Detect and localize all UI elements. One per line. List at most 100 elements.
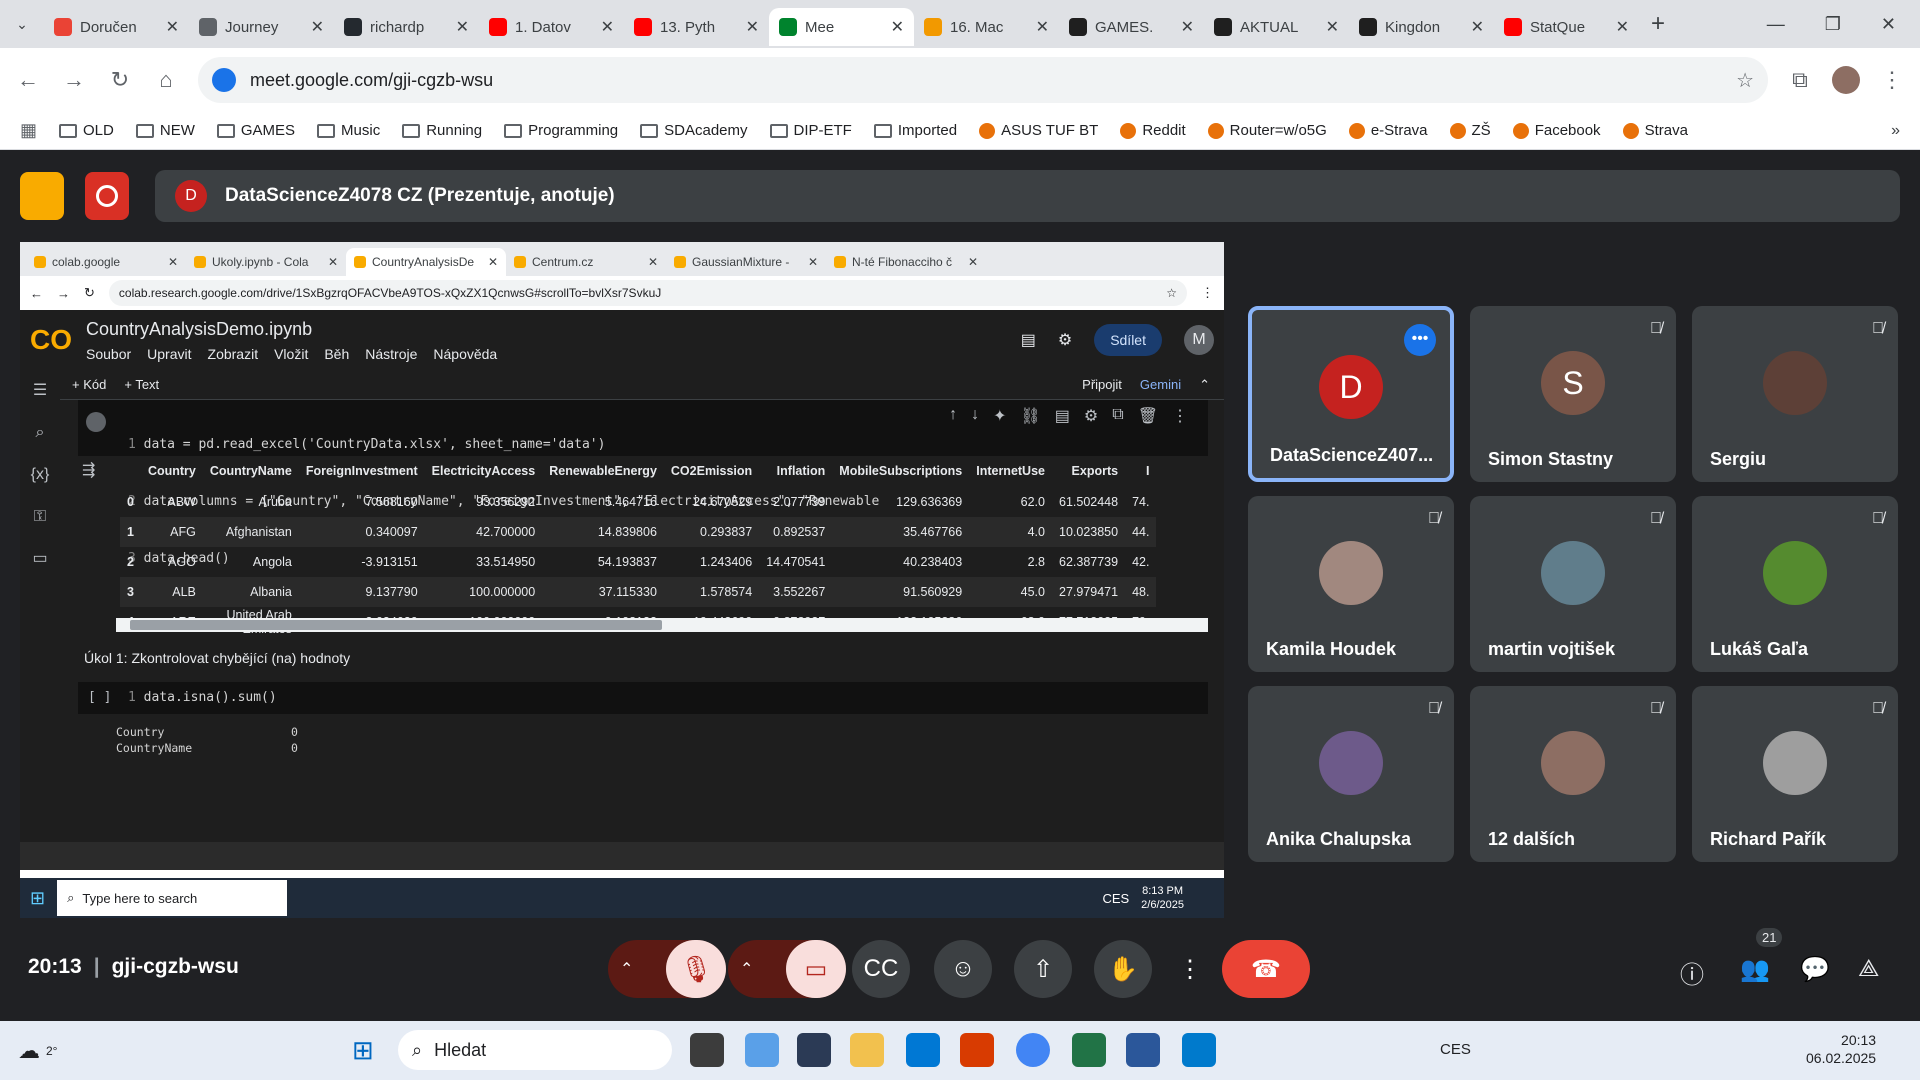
mic-options-icon[interactable]: ⌃ (620, 959, 633, 979)
present-screen-icon[interactable]: ⇧ (1014, 940, 1072, 998)
participant-tile[interactable]: Anika Chalupska 🎙̸ (1248, 686, 1454, 862)
bookmark-item[interactable]: GAMES (216, 122, 295, 139)
close-window-icon[interactable]: ✕ (1881, 14, 1896, 35)
bookmark-item[interactable]: ASUS TUF BT (979, 122, 1098, 139)
address-bar[interactable]: meet.google.com/gji-cgzb-wsu ☆ (198, 57, 1768, 103)
taskbar-lang[interactable]: CES (1440, 1041, 1471, 1058)
taskbar-clock[interactable]: 20:13 06.02.2025 (1806, 1031, 1876, 1067)
site-mic-icon[interactable] (212, 68, 236, 92)
bookmark-item[interactable]: Programming (504, 122, 618, 139)
close-tab-icon[interactable]: ✕ (746, 17, 759, 37)
close-tab-icon[interactable]: ✕ (891, 17, 904, 37)
bookmark-item[interactable]: Reddit (1120, 122, 1186, 139)
bookmark-item[interactable]: Music (317, 122, 380, 139)
presentation-controls-icon[interactable] (20, 172, 64, 220)
new-tab-button[interactable]: + (1651, 10, 1665, 38)
browser-tab[interactable]: richardp ✕ (334, 8, 479, 46)
close-tab-icon[interactable]: ✕ (456, 17, 469, 37)
bookmark-item[interactable]: Imported (873, 122, 957, 139)
tab-search-icon[interactable]: ⌄ (0, 16, 44, 33)
office-icon[interactable] (960, 1033, 994, 1067)
raise-hand-icon[interactable]: ✋ (1094, 940, 1152, 998)
browser-tab[interactable]: StatQue ✕ (1494, 8, 1639, 46)
vpn-icon[interactable] (797, 1033, 831, 1067)
chat-icon[interactable]: 💬 (1800, 955, 1830, 984)
store-icon[interactable] (906, 1033, 940, 1067)
browser-tab[interactable]: Mee ✕ (769, 8, 914, 46)
reload-icon[interactable]: ↻ (106, 67, 134, 93)
back-icon[interactable]: ← (14, 67, 42, 93)
home-icon[interactable]: ⌂ (152, 67, 180, 93)
participant-tile[interactable]: 12 dalších 🎙̸ (1470, 686, 1676, 862)
participant-tile[interactable]: D DataScienceZ407... ••• (1248, 306, 1454, 482)
extensions-icon[interactable]: ⧉ (1786, 67, 1814, 93)
forward-icon[interactable]: → (60, 67, 88, 93)
bookmark-item[interactable]: Running (402, 122, 482, 139)
browser-tab[interactable]: GAMES. ✕ (1059, 8, 1204, 46)
browser-tab[interactable]: Journey ✕ (189, 8, 334, 46)
close-tab-icon[interactable]: ✕ (601, 17, 614, 37)
restore-icon[interactable]: ❐ (1825, 14, 1841, 35)
minimize-icon[interactable]: — (1767, 14, 1785, 35)
bookmark-item[interactable]: NEW (135, 122, 195, 139)
close-tab-icon[interactable]: ✕ (1036, 17, 1049, 37)
more-options-icon[interactable]: ••• (1404, 324, 1436, 356)
close-tab-icon[interactable]: ✕ (1326, 17, 1339, 37)
weather-widget[interactable]: ☁ 2° (18, 1038, 57, 1064)
bookmark-item[interactable]: Router=w/o5G (1207, 122, 1327, 139)
excel-icon[interactable] (1072, 1033, 1106, 1067)
folder-icon (640, 123, 659, 138)
vscode-icon[interactable] (1182, 1033, 1216, 1067)
browser-tab[interactable]: 16. Mac ✕ (914, 8, 1059, 46)
participant-tile[interactable]: Kamila Houdek 🎙̸ (1248, 496, 1454, 672)
camera-options-icon[interactable]: ⌃ (740, 959, 753, 979)
snipping-tool-icon[interactable] (745, 1033, 779, 1067)
close-tab-icon[interactable]: ✕ (1616, 17, 1629, 37)
bookmark-star-icon[interactable]: ☆ (1736, 68, 1754, 93)
close-tab-icon[interactable]: ✕ (1471, 17, 1484, 37)
info-icon[interactable]: ⓘ (1680, 955, 1704, 990)
profile-avatar[interactable] (1832, 66, 1860, 94)
mic-control[interactable]: ⌃ 🎙 (608, 940, 726, 998)
apps-grid-icon[interactable]: ▦ (20, 120, 37, 141)
menu-icon[interactable]: ⋮ (1878, 67, 1906, 93)
taskbar-search[interactable]: ⌕ Hledat (398, 1030, 672, 1070)
more-bookmarks-icon[interactable]: » (1891, 122, 1900, 140)
browser-tab[interactable]: AKTUAL ✕ (1204, 8, 1349, 46)
browser-tab[interactable]: 13. Pyth ✕ (624, 8, 769, 46)
emoji-icon[interactable]: ☺ (934, 940, 992, 998)
captions-icon[interactable]: CC (852, 940, 910, 998)
participant-tile[interactable]: Sergiu 🎙̸ (1692, 306, 1898, 482)
leave-call-icon[interactable]: ☎ (1222, 940, 1310, 998)
camera-off-icon[interactable]: ▭ (786, 940, 846, 998)
mic-off-icon[interactable]: 🎙 (666, 940, 726, 998)
participant-tile[interactable]: martin vojtišek 🎙̸ (1470, 496, 1676, 672)
chrome-icon[interactable] (1016, 1033, 1050, 1067)
bookmark-item[interactable]: Facebook (1512, 122, 1601, 139)
more-options-icon[interactable]: ⋮ (1170, 940, 1210, 998)
close-tab-icon[interactable]: ✕ (1181, 17, 1194, 37)
camera-control[interactable]: ⌃ ▭ (728, 940, 846, 998)
start-icon[interactable]: ⊞ (352, 1035, 374, 1066)
tab-title: Doručen (80, 18, 137, 36)
participant-tile[interactable]: Lukáš Gaľa 🎙̸ (1692, 496, 1898, 672)
bookmark-item[interactable]: DIP-ETF (769, 122, 852, 139)
word-icon[interactable] (1126, 1033, 1160, 1067)
recording-icon[interactable] (85, 172, 129, 220)
bookmark-item[interactable]: Strava (1622, 122, 1688, 139)
people-icon[interactable]: 👥 (1740, 955, 1770, 984)
close-tab-icon[interactable]: ✕ (311, 17, 324, 37)
bookmark-item[interactable]: ZŠ (1449, 122, 1491, 139)
bookmark-item[interactable]: SDAcademy (640, 122, 748, 139)
browser-tab[interactable]: Kingdon ✕ (1349, 8, 1494, 46)
bookmark-item[interactable]: e-Strava (1348, 122, 1428, 139)
task-view-icon[interactable] (690, 1033, 724, 1067)
participant-tile[interactable]: Richard Pařík 🎙̸ (1692, 686, 1898, 862)
activities-icon[interactable]: ⟁ (1858, 955, 1879, 983)
browser-tab[interactable]: Doručen ✕ (44, 8, 189, 46)
browser-tab[interactable]: 1. Datov ✕ (479, 8, 624, 46)
bookmark-item[interactable]: OLD (59, 122, 114, 139)
close-tab-icon[interactable]: ✕ (166, 17, 179, 37)
file-explorer-icon[interactable] (850, 1033, 884, 1067)
participant-tile[interactable]: S Simon Stastny 🎙̸ (1470, 306, 1676, 482)
